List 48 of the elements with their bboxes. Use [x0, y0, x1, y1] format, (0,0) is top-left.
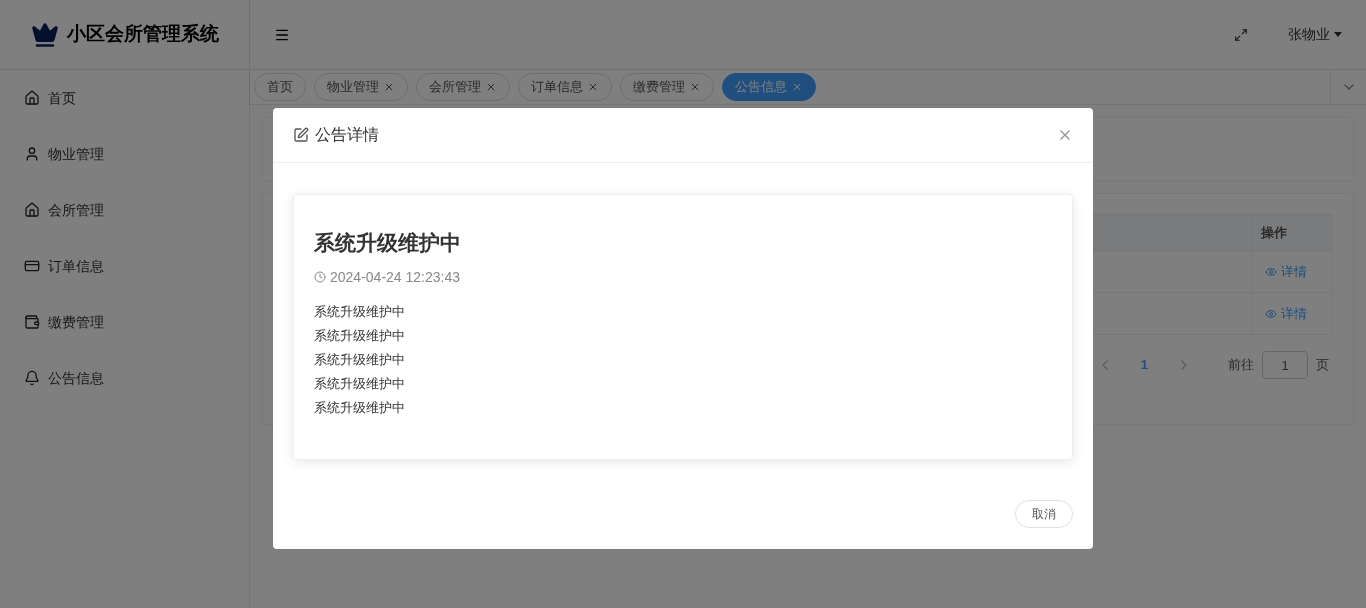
notice-text-line: 系统升级维护中 [314, 398, 406, 417]
details-link[interactable]: 详情 [1265, 262, 1307, 282]
notice-title: 系统升级维护中 [314, 230, 462, 256]
sidebar-item[interactable]: 缴费管理 [0, 294, 249, 350]
close-icon[interactable] [587, 81, 599, 93]
sidebar-item[interactable]: 公告信息 [0, 350, 249, 406]
crown-logo-icon [30, 20, 59, 49]
notice-text-line: 系统升级维护中 [314, 350, 406, 369]
notice-text-line: 系统升级维护中 [314, 374, 406, 393]
goto-label: 前往 [1228, 356, 1254, 375]
close-icon[interactable] [791, 81, 803, 93]
edit-icon [293, 127, 309, 143]
close-icon[interactable] [383, 81, 395, 93]
details-link[interactable]: 详情 [1265, 303, 1307, 324]
user-icon [24, 146, 40, 162]
page-suffix: 页 [1316, 356, 1329, 375]
caret-icon [1334, 32, 1342, 37]
clock-icon [314, 271, 326, 283]
notice-text-line: 系统升级维护中 [314, 326, 406, 345]
eye-icon [1265, 307, 1277, 320]
page-number[interactable]: 1 [1124, 355, 1164, 375]
page-input[interactable]: 1 [1262, 351, 1308, 379]
sidebar-item[interactable]: 订单信息 [0, 238, 249, 294]
home-icon [24, 90, 40, 106]
house-icon [24, 202, 40, 218]
column-header: 操作 [1252, 215, 1332, 251]
dialog-title: 公告详情 [315, 125, 379, 145]
app-title: 小区会所管理系统 [66, 22, 219, 47]
user-menu[interactable]: 张物业 [1288, 24, 1342, 45]
eye-icon [1265, 266, 1277, 278]
sidebar-item[interactable]: 会所管理 [0, 182, 249, 238]
tab[interactable]: 公告信息 [722, 73, 816, 101]
notice-text-line: 系统升级维护中 [314, 302, 406, 321]
tab[interactable]: 缴费管理 [620, 73, 714, 101]
close-icon[interactable] [485, 81, 497, 93]
bell-icon [24, 370, 40, 386]
close-icon[interactable] [689, 81, 701, 93]
tab[interactable]: 会所管理 [416, 73, 510, 101]
tab[interactable]: 首页 [254, 73, 306, 101]
notice-time: 2024-04-24 12:23:43 [330, 267, 460, 287]
cancel-button[interactable]: 取消 [1015, 500, 1073, 528]
tab[interactable]: 物业管理 [314, 73, 408, 101]
card-icon [24, 258, 40, 274]
wallet-icon [24, 314, 40, 330]
sidebar-item[interactable]: 物业管理 [0, 126, 249, 182]
tab[interactable]: 订单信息 [518, 73, 612, 101]
sidebar-item[interactable]: 首页 [0, 70, 249, 126]
fullscreen-icon[interactable] [1234, 27, 1248, 42]
